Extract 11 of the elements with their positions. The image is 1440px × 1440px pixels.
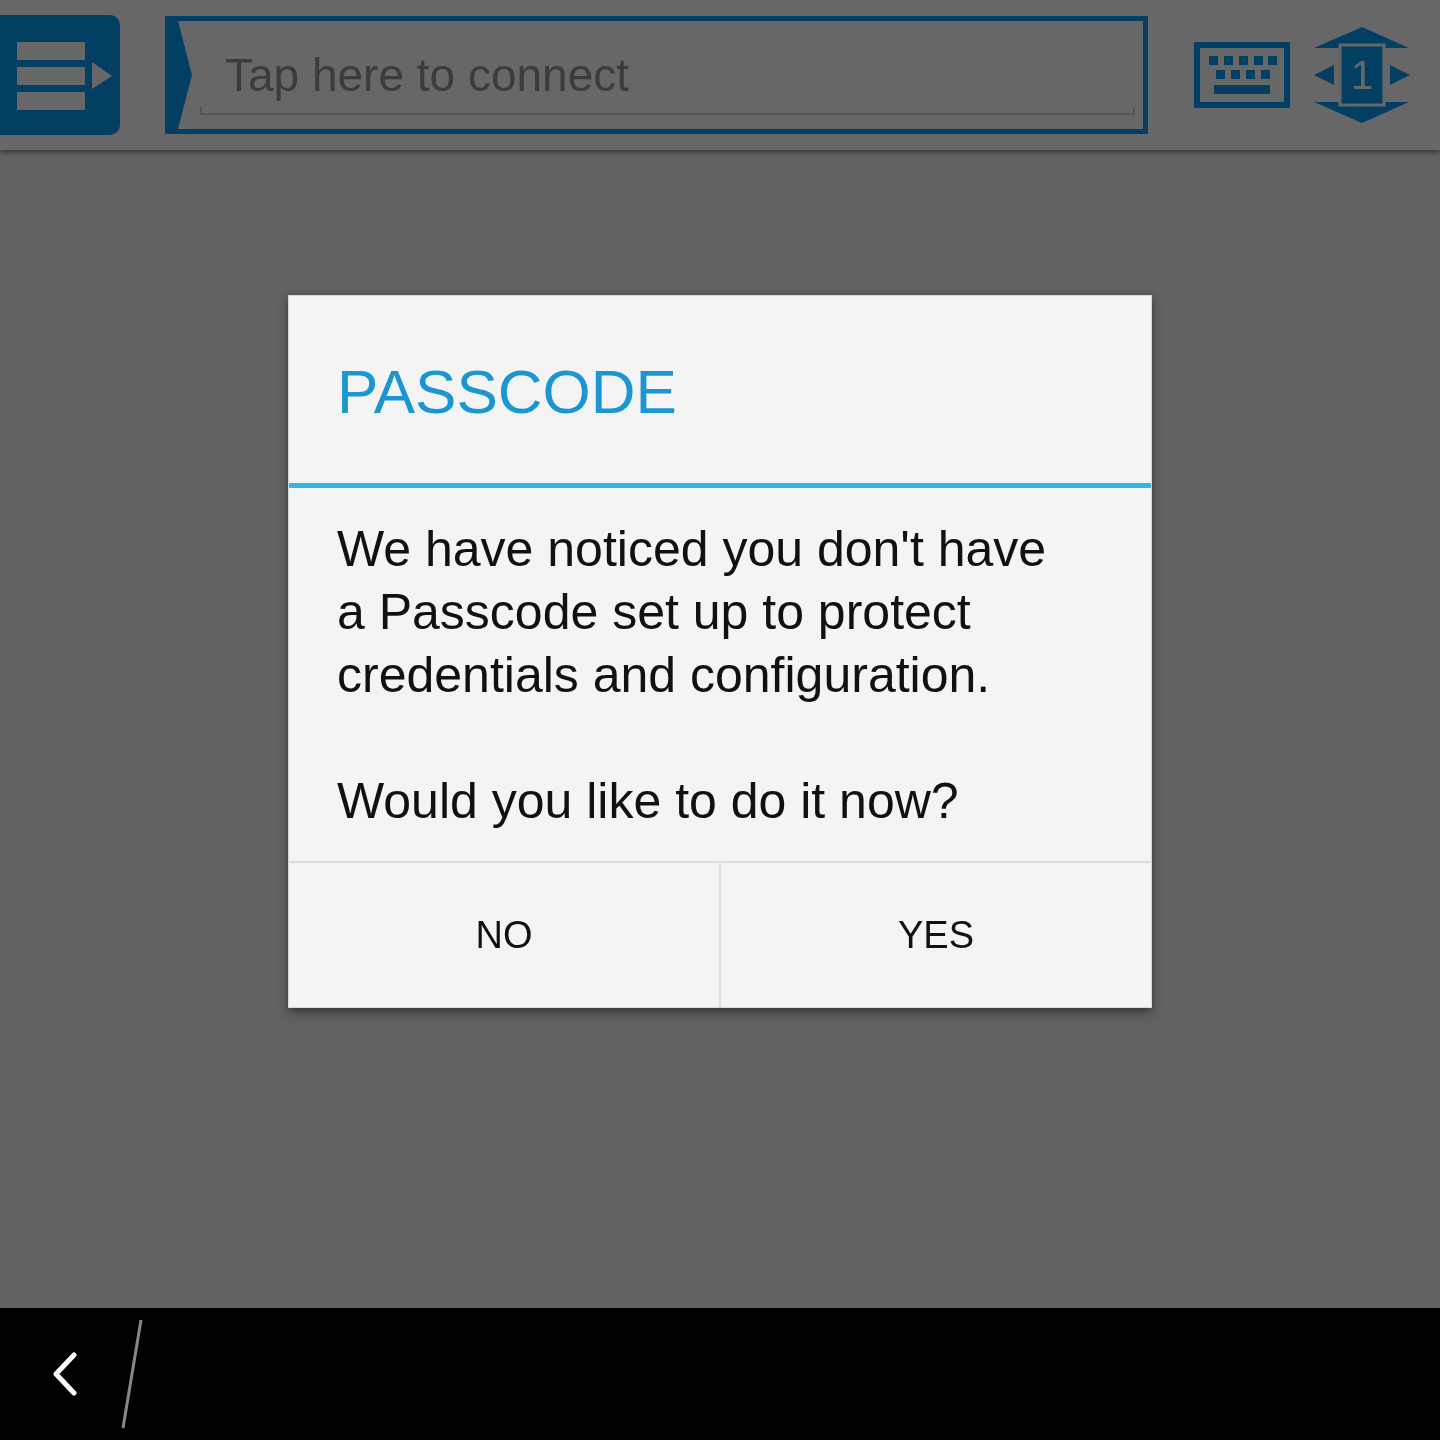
dialog-question: Would you like to do it now? (337, 772, 960, 831)
screen-number: 1 (1349, 52, 1375, 99)
no-button[interactable]: NO (289, 863, 719, 1007)
back-icon[interactable] (52, 1352, 78, 1396)
yes-button[interactable]: YES (719, 863, 1151, 1007)
menu-button[interactable] (0, 15, 120, 135)
dialog-message: We have noticed you don't have a Passcode set up to protect credentials and configuration. (337, 520, 1048, 705)
dialog-title: PASSCODE (289, 296, 1151, 488)
screen-arrows-icon (1314, 27, 1410, 123)
keyboard-icon[interactable] (1194, 42, 1290, 108)
chevron-icon (170, 21, 194, 129)
